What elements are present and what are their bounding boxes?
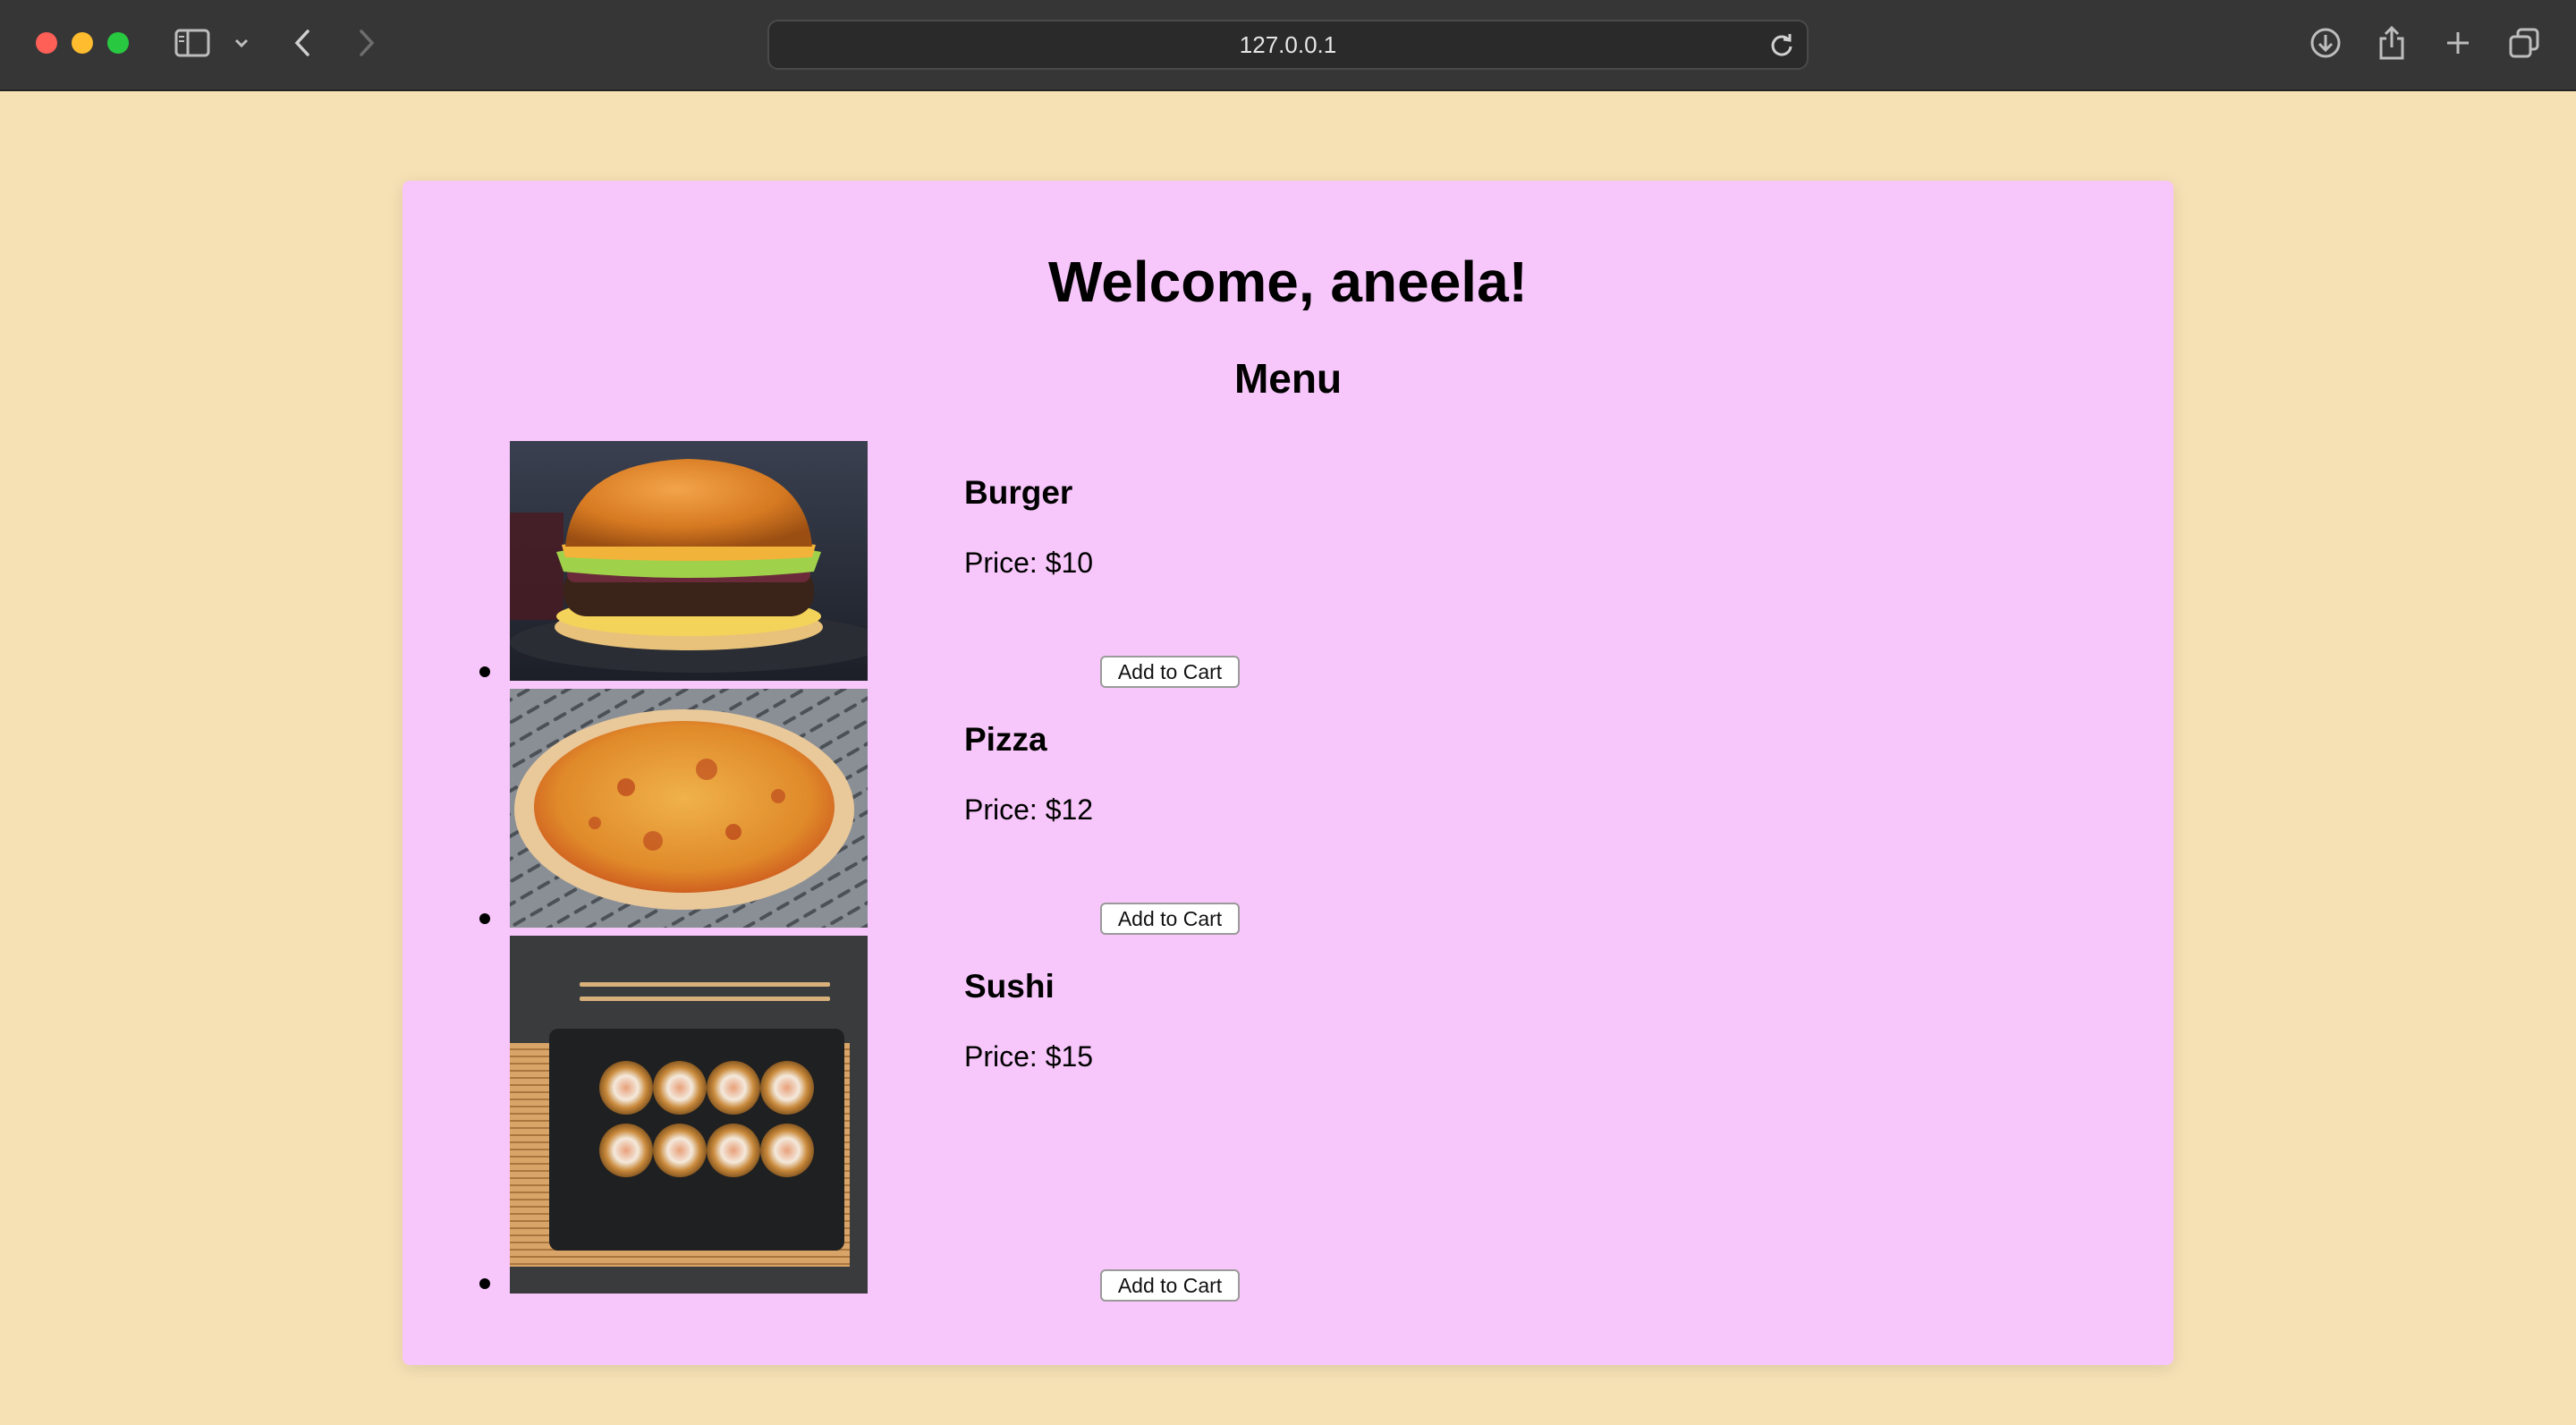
- back-icon[interactable]: [284, 25, 320, 61]
- item-name: Burger: [964, 474, 1073, 511]
- welcome-heading: Welcome, aneela!: [1048, 250, 1528, 314]
- menu-heading: Menu: [1233, 355, 1343, 402]
- forward-icon[interactable]: [349, 25, 385, 61]
- item-price: Price: $10: [964, 547, 1094, 579]
- minimize-window-button[interactable]: [72, 32, 93, 54]
- burger-image: [510, 441, 868, 681]
- address-bar[interactable]: 127.0.0.1: [767, 20, 1809, 70]
- browser-toolbar: 127.0.0.1: [0, 0, 2576, 91]
- download-icon[interactable]: [2308, 25, 2343, 61]
- item-name: Pizza: [964, 721, 1047, 758]
- add-to-cart-button[interactable]: Add to Cart: [1100, 656, 1240, 688]
- list-bullet: [479, 913, 490, 924]
- chevron-down-icon[interactable]: [224, 25, 259, 61]
- zoom-window-button[interactable]: [107, 32, 129, 54]
- item-name: Sushi: [964, 968, 1055, 1005]
- pizza-image: [510, 689, 868, 928]
- list-bullet: [479, 1278, 490, 1289]
- new-tab-icon[interactable]: [2440, 25, 2476, 61]
- sushi-image: [510, 936, 868, 1294]
- tab-overview-icon[interactable]: [2506, 25, 2542, 61]
- reload-icon[interactable]: [1766, 29, 1798, 61]
- item-price: Price: $15: [964, 1040, 1094, 1073]
- close-window-button[interactable]: [36, 32, 57, 54]
- sidebar-icon[interactable]: [174, 25, 210, 61]
- add-to-cart-button[interactable]: Add to Cart: [1100, 903, 1240, 935]
- url-text: 127.0.0.1: [1239, 31, 1337, 58]
- share-icon[interactable]: [2374, 25, 2410, 61]
- add-to-cart-button[interactable]: Add to Cart: [1100, 1269, 1240, 1302]
- list-bullet: [479, 666, 490, 677]
- item-price: Price: $12: [964, 793, 1094, 826]
